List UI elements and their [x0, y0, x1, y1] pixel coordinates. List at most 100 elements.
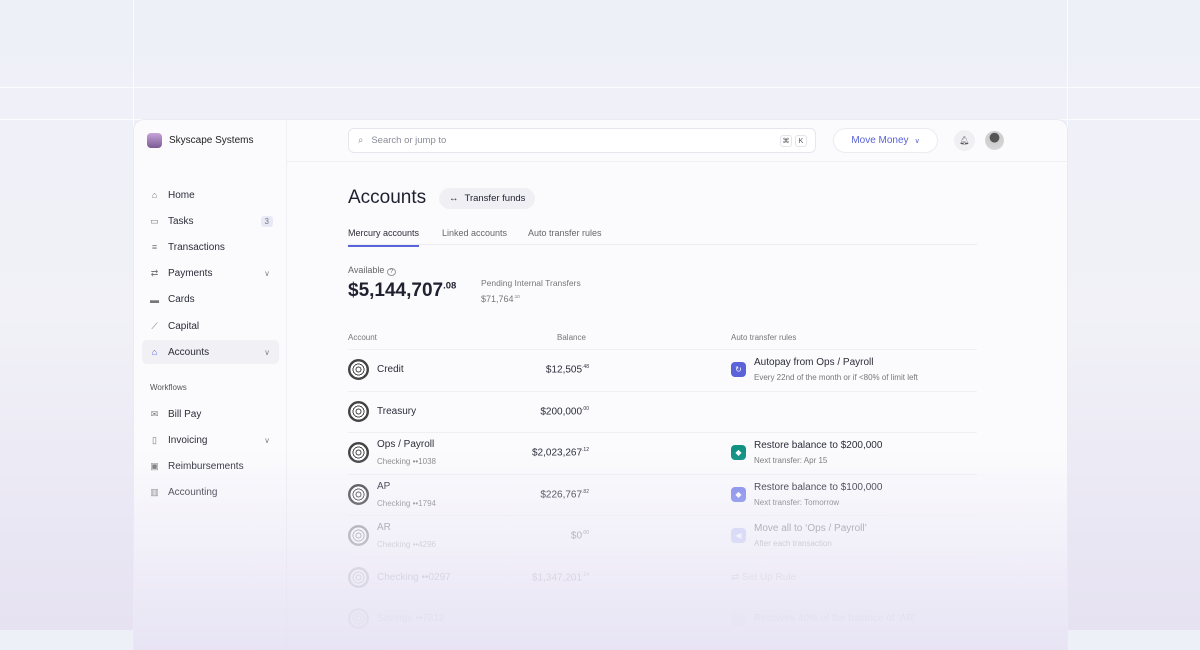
account-balance: $0.00 [570, 530, 589, 542]
search-input[interactable]: ⌕ Search or jump to ⌘ K [348, 128, 816, 153]
account-icon [348, 483, 369, 505]
account-balance: $2,023,267.12 [531, 447, 589, 459]
tab-mercury-accounts[interactable]: Mercury accounts [348, 228, 420, 247]
sidebar-item-label: Bill Pay [168, 408, 202, 420]
table-row[interactable]: Credit $12,505.48 ↻ Autopay from Ops / Pa… [348, 349, 977, 390]
column-header-rules: Auto transfer rules [731, 333, 797, 342]
sidebar-item-cards[interactable]: ▬ Cards [142, 288, 279, 312]
account-name: AR [377, 522, 391, 533]
table-row[interactable]: AP Checking ••1794 $226,767.82 ◆ Restore … [348, 473, 977, 515]
sidebar-item-label: Tasks [168, 215, 194, 227]
sidebar-item-label: Accounts [168, 346, 210, 358]
sidebar-item-transactions[interactable]: ≡ Transactions [142, 235, 279, 259]
sidebar-item-bill-pay[interactable]: ✉ Bill Pay [142, 402, 279, 426]
table-row[interactable]: Savings ••7812 Receives 40% of the balan… [348, 598, 977, 639]
arrows-icon: ⇄ [150, 268, 159, 279]
account-number: Checking ••1038 [377, 457, 436, 466]
sidebar-item-label: Capital [168, 320, 200, 332]
kbd-cmd: ⌘ [780, 135, 792, 147]
rule-title[interactable]: Autopay from Ops / Payroll [754, 357, 874, 368]
sidebar-item-payments[interactable]: ⇄ Payments ∨ [142, 262, 279, 286]
rule-icon: ◀ [731, 528, 746, 543]
account-icon [348, 525, 369, 546]
help-icon[interactable]: ? [386, 268, 397, 276]
bell-icon[interactable]: 🔔︎ [954, 130, 975, 151]
table-row[interactable]: Checking ••0297 $1,347,201.14 ⇄ Set Up Ru… [348, 556, 977, 598]
tabs: Mercury accounts Linked accounts Auto tr… [348, 226, 977, 247]
sidebar-item-accounting[interactable]: ▥ Accounting [142, 481, 279, 505]
column-header-balance: Balance [557, 333, 586, 342]
avatar[interactable] [985, 131, 1004, 150]
sidebar-item-capital[interactable]: ⟋ Capital [142, 314, 279, 338]
sidebar-item-accounts[interactable]: ⌂ Accounts ∨ [142, 340, 279, 365]
workspace-logo [147, 133, 162, 148]
account-name: Checking ••0297 [377, 571, 451, 583]
sidebar-item-label: Transactions [168, 241, 225, 253]
rule-title[interactable]: Receives 40% of the balance of ‘AR’ [754, 613, 916, 624]
transfer-icon: ↔ [449, 193, 459, 204]
account-name: Savings ••7812 [377, 613, 445, 624]
rule-icon: ◆ [731, 445, 746, 460]
rule-subtitle: After each transaction [754, 539, 832, 548]
chevron-down-icon: ∨ [264, 347, 270, 357]
sidebar-item-reimbursements[interactable]: ▣ Reimbursements [142, 454, 279, 478]
account-number: Checking ••1794 [377, 498, 436, 508]
chevron-down-icon: ∨ [264, 269, 270, 279]
account-name: Ops / Payroll [377, 439, 435, 450]
chart-icon: ⟋ [151, 320, 158, 331]
move-money-button[interactable]: Move Money ∨ [833, 128, 938, 153]
table-row[interactable]: AR Checking ••4296 $0.00 ◀ Move all to ‘O… [348, 515, 977, 556]
account-icon [348, 442, 369, 463]
tab-linked-accounts[interactable]: Linked accounts [442, 228, 507, 238]
sidebar-item-label: Invoicing [168, 434, 208, 446]
account-balance: $226,767.82 [540, 488, 589, 500]
rule-title[interactable]: Restore balance to $200,000 [754, 440, 882, 451]
account-icon [348, 359, 369, 380]
tab-auto-transfer-rules[interactable]: Auto transfer rules [528, 228, 602, 238]
pending-amount: $71,764.10 [481, 294, 520, 304]
rule-title[interactable]: Restore balance to $100,000 [754, 482, 882, 493]
home-icon: ⌂ [151, 190, 158, 200]
rule-icon [731, 611, 746, 626]
table-row[interactable]: Treasury $200,000.00 [348, 390, 977, 432]
rule-subtitle: Next transfer: Apr 15 [754, 456, 828, 465]
search-placeholder: Search or jump to [371, 135, 447, 146]
bill-icon: ✉ [150, 408, 159, 419]
account-balance: $1,347,201.14 [531, 571, 589, 583]
available-label: Available ? [348, 265, 397, 276]
bank-icon: ⌂ [151, 347, 158, 358]
sidebar-item-invoicing[interactable]: ▯ Invoicing ∨ [142, 428, 279, 452]
top-bar: ⌕ Search or jump to ⌘ K Move Money ∨ 🔔︎ [287, 120, 1067, 162]
sidebar-item-label: Cards [168, 294, 195, 306]
book-icon: ▥ [150, 487, 159, 498]
cash-icon: ▣ [150, 460, 159, 471]
chevron-down-icon: ∨ [264, 435, 270, 445]
workspace-switcher[interactable]: Skyscape Systems [147, 133, 253, 148]
transfer-funds-label: Transfer funds [464, 193, 526, 204]
rule-title[interactable]: Move all to ‘Ops / Payroll’ [754, 523, 867, 534]
sidebar-item-label: Payments [168, 268, 213, 280]
sidebar-item-label: Accounting [168, 487, 218, 499]
card-icon: ▬ [150, 294, 159, 305]
move-money-label: Move Money [851, 135, 909, 146]
account-name: Treasury [377, 405, 417, 417]
set-up-rule-button[interactable]: ⇄ Set Up Rule [731, 572, 796, 583]
account-balance: $200,000.00 [540, 405, 589, 417]
table-row[interactable]: Ops / Payroll Checking ••1038 $2,023,267… [348, 432, 977, 473]
available-balance: $5,144,707.08 [348, 280, 457, 301]
account-icon [348, 566, 369, 588]
sidebar-item-label: Home [168, 189, 195, 201]
kbd-k: K [795, 135, 807, 147]
rule-icon: ◆ [731, 486, 746, 502]
chevron-down-icon: ∨ [914, 137, 920, 145]
transfer-funds-button[interactable]: ↔ Transfer funds [439, 188, 536, 209]
account-balance: $12,505.48 [545, 364, 589, 376]
sidebar-item-home[interactable]: ⌂ Home [142, 183, 279, 207]
rule-subtitle: Next transfer: Tomorrow [754, 497, 840, 507]
app-window: Skyscape Systems ⌂ Home ▭ Tasks 3 ≡ Transactio… [134, 120, 1067, 650]
tasks-icon: ▭ [150, 215, 159, 226]
tasks-count-badge: 3 [260, 215, 273, 227]
sidebar-item-tasks[interactable]: ▭ Tasks 3 [142, 209, 279, 233]
rule-icon: ↻ [731, 362, 746, 377]
account-number: Checking ••4296 [377, 540, 436, 549]
